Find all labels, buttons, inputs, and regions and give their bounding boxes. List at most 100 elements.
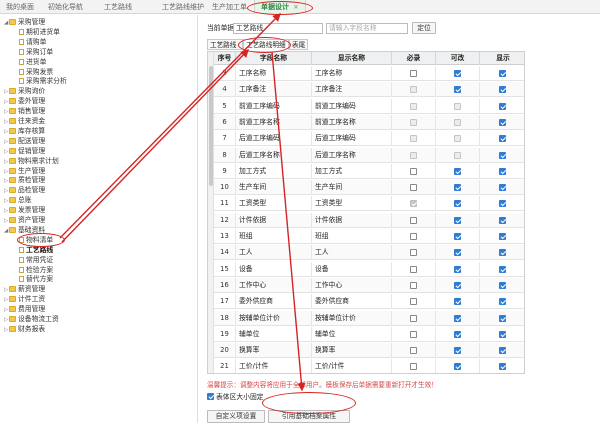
table-row[interactable]: 4 工序备注 工序备注 <box>208 82 524 98</box>
editable-checkbox[interactable] <box>454 70 461 77</box>
sidebar-item[interactable]: ▷ 薪资管理 <box>4 285 45 294</box>
editable-checkbox[interactable] <box>454 363 461 371</box>
tab-production-order[interactable]: 生产加工单 <box>212 0 247 14</box>
table-row[interactable]: 15 设备 设备 <box>208 261 524 277</box>
sidebar-item[interactable]: ▷ 财务报表 <box>4 325 45 334</box>
table-row[interactable]: 14 工人 工人 <box>208 245 524 261</box>
sidebar-item[interactable]: ▷ 费用管理 <box>4 305 45 314</box>
required-checkbox[interactable] <box>410 249 417 257</box>
table-row[interactable]: 11 工资类型 工资类型 <box>208 196 524 212</box>
required-checkbox[interactable] <box>410 233 417 240</box>
visible-checkbox[interactable] <box>499 118 506 126</box>
sidebar-item[interactable]: ▷ 库存核算 <box>4 127 45 136</box>
sidebar-item[interactable]: ◢ 采购管理 <box>4 18 45 27</box>
table-row[interactable]: 5 前道工序编码 前道工序编码 <box>208 98 524 114</box>
sidebar-item[interactable]: ▷ 资产管理 <box>4 216 45 225</box>
scrollbar-thumb[interactable] <box>209 66 213 186</box>
table-row[interactable]: 8 后道工序名称 后道工序名称 <box>208 147 524 163</box>
table-row[interactable]: 20 换算率 换算率 <box>208 343 524 359</box>
visible-checkbox[interactable] <box>499 135 506 143</box>
sidebar-item[interactable]: ▷ 采购询价 <box>4 87 45 96</box>
visible-checkbox[interactable] <box>499 151 506 159</box>
sidebar-item[interactable]: ▷ 计件工资 <box>4 295 45 304</box>
editable-checkbox[interactable] <box>454 86 461 94</box>
visible-checkbox[interactable] <box>499 347 506 355</box>
sidebar-item[interactable]: 采购订单 <box>14 48 53 57</box>
table-row[interactable]: 18 按辅单位计价 按辅单位计价 <box>208 310 524 326</box>
required-checkbox[interactable] <box>410 184 417 192</box>
sidebar-item[interactable]: ▷ 品检管理 <box>4 186 45 195</box>
sidebar-item[interactable]: ▷ 发票管理 <box>4 206 45 215</box>
sidebar-item[interactable]: 期初进货单 <box>14 28 60 37</box>
editable-checkbox[interactable] <box>454 330 461 338</box>
sidebar-item[interactable]: 工艺路线 <box>14 246 53 255</box>
sidebar-item[interactable]: 采购需求分析 <box>14 77 67 86</box>
visible-checkbox[interactable] <box>499 265 506 273</box>
required-checkbox[interactable] <box>410 347 417 355</box>
visible-checkbox[interactable] <box>499 330 506 338</box>
sidebar-item[interactable]: ▷ 总账 <box>4 196 32 205</box>
editable-checkbox[interactable] <box>454 216 461 224</box>
visible-checkbox[interactable] <box>499 167 506 175</box>
required-checkbox[interactable] <box>410 281 417 289</box>
current-doc-field[interactable]: 工艺路线 <box>233 23 323 34</box>
sidebar-item[interactable]: 进货单 <box>14 58 46 67</box>
table-row[interactable]: 16 工作中心 工作中心 <box>208 277 524 293</box>
visible-checkbox[interactable] <box>499 314 506 322</box>
sidebar-item[interactable]: 请购单 <box>14 38 46 47</box>
editable-checkbox[interactable] <box>454 298 461 306</box>
table-row[interactable]: 3 工序名称 工序名称 <box>208 66 524 81</box>
table-row[interactable]: 10 生产车间 生产车间 <box>208 180 524 196</box>
sidebar-item[interactable]: ▷ 往来资金 <box>4 117 45 126</box>
visible-checkbox[interactable] <box>499 281 506 289</box>
fixed-size-checkbox[interactable] <box>207 393 214 400</box>
table-row[interactable]: 6 前道工序名称 前道工序名称 <box>208 114 524 130</box>
visible-checkbox[interactable] <box>499 363 506 371</box>
required-checkbox[interactable] <box>410 265 417 273</box>
editable-checkbox[interactable] <box>454 281 461 289</box>
required-checkbox[interactable] <box>410 216 417 224</box>
subtab-footer[interactable]: 表尾 <box>289 39 308 50</box>
visible-checkbox[interactable] <box>499 184 506 192</box>
visible-checkbox[interactable] <box>499 102 506 110</box>
sidebar-item[interactable]: ▷ 销售管理 <box>4 107 45 116</box>
table-row[interactable]: 12 计件依据 计件依据 <box>208 212 524 228</box>
editable-checkbox[interactable] <box>454 265 461 273</box>
required-checkbox[interactable] <box>410 330 417 338</box>
required-checkbox[interactable] <box>410 167 417 175</box>
editable-checkbox[interactable] <box>454 249 461 257</box>
sidebar-item[interactable]: 采购发票 <box>14 68 53 77</box>
editable-checkbox[interactable] <box>454 314 461 322</box>
editable-checkbox[interactable] <box>454 200 461 208</box>
sidebar-item[interactable]: ▷ 质检管理 <box>4 176 45 185</box>
sidebar-item[interactable]: 检验方案 <box>14 266 53 275</box>
visible-checkbox[interactable] <box>499 86 506 94</box>
tab-process-route[interactable]: 工艺路线 <box>104 0 132 14</box>
grid-scrollbar[interactable] <box>208 52 214 373</box>
visible-checkbox[interactable] <box>499 298 506 306</box>
sidebar-item[interactable]: ▷ 生产管理 <box>4 167 45 176</box>
visible-checkbox[interactable] <box>499 70 506 77</box>
visible-checkbox[interactable] <box>499 233 506 240</box>
table-row[interactable]: 21 工价/计件 工价/计件 <box>208 359 524 373</box>
tab-process-route-maint[interactable]: 工艺路线维护 <box>162 0 204 14</box>
table-row[interactable]: 13 班组 班组 <box>208 229 524 244</box>
sidebar-item[interactable]: 替代方案 <box>14 275 53 284</box>
required-checkbox[interactable] <box>410 70 417 77</box>
sidebar-item[interactable]: ▷ 设备物流工资 <box>4 315 59 324</box>
required-checkbox[interactable] <box>410 314 417 322</box>
table-row[interactable]: 9 加工方式 加工方式 <box>208 163 524 179</box>
editable-checkbox[interactable] <box>454 167 461 175</box>
table-row[interactable]: 19 辅单位 辅单位 <box>208 326 524 342</box>
required-checkbox[interactable] <box>410 298 417 306</box>
fixed-size-option[interactable]: 表体区大小固定 <box>207 391 264 401</box>
sidebar-item[interactable]: 常用凭证 <box>14 256 53 265</box>
tab-init-nav[interactable]: 初始化导航 <box>48 0 83 14</box>
search-input[interactable]: 请输入字段名称 <box>326 23 408 34</box>
sidebar-item[interactable]: ▷ 委外管理 <box>4 97 45 106</box>
editable-checkbox[interactable] <box>454 233 461 240</box>
sidebar-item[interactable]: ▷ 配送管理 <box>4 137 45 146</box>
table-row[interactable]: 17 委外供应商 委外供应商 <box>208 294 524 310</box>
editable-checkbox[interactable] <box>454 347 461 355</box>
visible-checkbox[interactable] <box>499 216 506 224</box>
